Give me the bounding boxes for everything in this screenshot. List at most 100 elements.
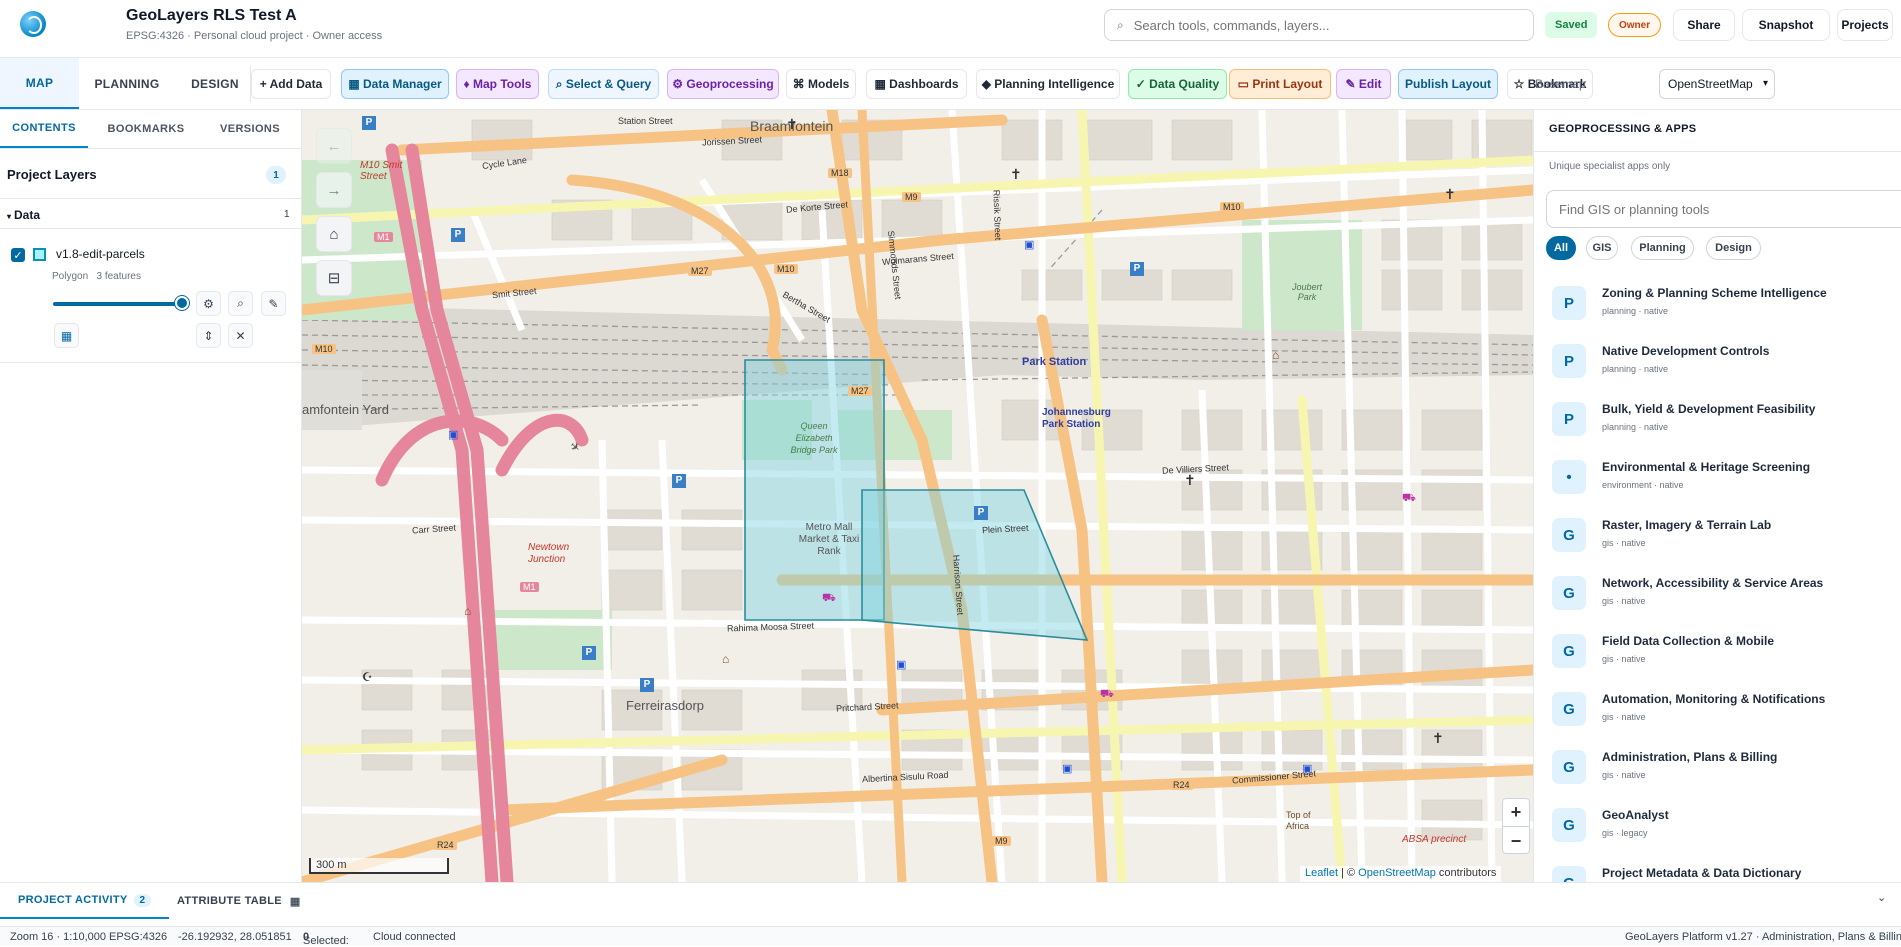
leaflet-link[interactable]: Leaflet bbox=[1305, 867, 1338, 879]
app-name: Raster, Imagery & Terrain Lab bbox=[1602, 518, 1772, 532]
bus-stop-icon: ▣ bbox=[448, 429, 459, 441]
forward-arrow-icon[interactable]: → bbox=[316, 172, 352, 208]
app-list-item[interactable]: G Field Data Collection & Mobile gis · nat… bbox=[1534, 632, 1901, 690]
parking-icon: P bbox=[451, 228, 465, 242]
toolbar-button-9[interactable]: ▭ Print Layout bbox=[1229, 69, 1331, 99]
app-category-badge: G bbox=[1552, 866, 1586, 882]
globe-logo-icon[interactable] bbox=[20, 11, 46, 37]
app-list-item[interactable]: G Project Metadata & Data Dictionary bbox=[1534, 864, 1901, 882]
chevron-down-icon: ▾ bbox=[1762, 78, 1768, 89]
layer-symbol-swatch[interactable] bbox=[33, 248, 46, 261]
tabs-divider bbox=[0, 148, 302, 149]
move-layer-arrows-icon[interactable]: ⇕ bbox=[196, 323, 221, 348]
tab-contents[interactable]: CONTENTS bbox=[0, 110, 88, 148]
projects-button[interactable]: Projects bbox=[1837, 9, 1893, 41]
layer-name[interactable]: v1.8-edit-parcels bbox=[56, 247, 145, 261]
opacity-slider-handle[interactable] bbox=[175, 296, 189, 310]
layer-feature-count: 3 features bbox=[96, 271, 141, 282]
layer-settings-gear-icon[interactable]: ⚙ bbox=[196, 291, 221, 316]
layer-group-data[interactable]: ▾ Data bbox=[7, 208, 40, 222]
app-list-item[interactable]: G Raster, Imagery & Terrain Lab gis · nati… bbox=[1534, 516, 1901, 574]
toolbar-button-8[interactable]: ✓ Data Quality bbox=[1128, 69, 1227, 99]
app-list-item[interactable]: G Network, Accessibility & Service Areas g… bbox=[1534, 574, 1901, 632]
toolbar-button-6[interactable]: ▦ Dashboards bbox=[866, 69, 967, 99]
tab-project-activity[interactable]: PROJECT ACTIVITY 2 bbox=[0, 883, 170, 919]
app-name: Bulk, Yield & Development Feasibility bbox=[1602, 402, 1816, 416]
app-name: Administration, Plans & Billing bbox=[1602, 750, 1778, 764]
app-list-item[interactable]: P Native Development Controls planning · n… bbox=[1534, 342, 1901, 400]
tab-map[interactable]: MAP bbox=[0, 58, 79, 109]
toolbar-button-3[interactable]: ⌕ Select & Query bbox=[548, 69, 659, 99]
app-list-item[interactable]: P Zoning & Planning Scheme Intelligence pl… bbox=[1534, 284, 1901, 342]
tool-search[interactable] bbox=[1546, 190, 1901, 228]
filter-planning-chip[interactable]: Planning bbox=[1631, 236, 1694, 260]
app-category: gis · native bbox=[1602, 596, 1646, 606]
project-layers-heading: Project Layers bbox=[7, 167, 97, 182]
snapshot-button[interactable]: Snapshot bbox=[1742, 9, 1830, 41]
attribute-table-icon[interactable]: ▦ bbox=[54, 323, 79, 348]
saved-status-badge: Saved bbox=[1545, 12, 1598, 38]
church-icon: ✝ bbox=[1432, 730, 1444, 746]
route-shield-r24-east: R24 bbox=[1170, 780, 1193, 790]
app-category: gis · native bbox=[1602, 770, 1646, 780]
filter-all-chip[interactable]: All bbox=[1546, 236, 1576, 260]
basemap-tiles bbox=[302, 110, 1533, 882]
filter-design-chip[interactable]: Design bbox=[1706, 236, 1761, 260]
toolbar-button-7[interactable]: ◆ Planning Intelligence bbox=[976, 69, 1120, 99]
zoom-to-layer-search-icon[interactable]: ⌕ bbox=[228, 291, 253, 316]
toolbar-button-11[interactable]: Publish Layout bbox=[1398, 69, 1498, 99]
layer-meta: Polygon 3 features bbox=[52, 271, 141, 282]
app-category: planning · native bbox=[1602, 306, 1669, 316]
tool-search-input[interactable] bbox=[1559, 201, 1879, 217]
panel-title: GEOPROCESSING & APPS bbox=[1549, 123, 1697, 135]
app-list-item[interactable]: G Automation, Monitoring & Notifications g… bbox=[1534, 690, 1901, 748]
app-category: planning · native bbox=[1602, 364, 1669, 374]
home-extent-icon[interactable]: ⌂ bbox=[316, 216, 352, 252]
toolbar-button-4[interactable]: ⚙ Geoprocessing bbox=[667, 69, 779, 99]
tab-label: ATTRIBUTE TABLE bbox=[177, 895, 282, 907]
global-search-input[interactable] bbox=[1133, 17, 1494, 33]
divider bbox=[0, 362, 302, 363]
toolbar-button-0[interactable]: + Add Data bbox=[251, 69, 331, 99]
edit-layer-pencil-icon[interactable]: ✎ bbox=[261, 291, 286, 316]
zoom-out-button[interactable]: − bbox=[1503, 827, 1529, 855]
tab-design[interactable]: DESIGN bbox=[175, 58, 255, 109]
app-category-badge: P bbox=[1552, 286, 1586, 320]
tab-versions[interactable]: VERSIONS bbox=[204, 110, 296, 148]
tab-bookmarks[interactable]: BOOKMARKS bbox=[98, 110, 194, 148]
share-button[interactable]: Share bbox=[1673, 9, 1735, 41]
app-list-item[interactable]: G Administration, Plans & Billing gis · na… bbox=[1534, 748, 1901, 806]
global-search[interactable]: ⌕ bbox=[1104, 9, 1534, 41]
collapse-chevron-icon[interactable]: ⌄ bbox=[1877, 891, 1886, 904]
filter-gis-chip[interactable]: GIS bbox=[1586, 236, 1618, 260]
map-canvas[interactable]: Braamfontein Park Station Johannesburg P… bbox=[302, 110, 1533, 882]
back-arrow-icon[interactable]: ← bbox=[316, 128, 352, 164]
contents-panel: CONTENTS BOOKMARKS VERSIONS Project Laye… bbox=[0, 110, 302, 882]
status-cloud: Cloud connected bbox=[373, 931, 456, 943]
bus-stop-icon: ▣ bbox=[1062, 763, 1073, 775]
app-list-item[interactable]: P Bulk, Yield & Development Feasibility pl… bbox=[1534, 400, 1901, 458]
zoom-in-button[interactable]: + bbox=[1503, 799, 1529, 827]
zoom-control: + − bbox=[1502, 798, 1530, 854]
layer-visibility-checkbox[interactable]: ✓ bbox=[11, 248, 25, 262]
app-name: Automation, Monitoring & Notifications bbox=[1602, 692, 1826, 706]
map-label-top-of-africa: Top of Africa bbox=[1286, 810, 1311, 831]
basemap-select[interactable]: OpenStreetMap ▾ bbox=[1659, 69, 1775, 99]
app-category: environment · native bbox=[1602, 480, 1684, 490]
toolbar-button-10[interactable]: ✎ Edit bbox=[1336, 69, 1391, 99]
shop-icon: ⛟ bbox=[1100, 688, 1114, 700]
map-label-queen-elizabeth: Queen Elizabeth Bridge Park bbox=[790, 421, 838, 455]
panel-toggle-icon[interactable]: ⊟ bbox=[316, 260, 352, 296]
map-label-yard: amfontein Yard bbox=[302, 402, 389, 417]
app-list-item[interactable]: G GeoAnalyst gis · legacy bbox=[1534, 806, 1901, 864]
toolbar-button-1[interactable]: ▦ Data Manager bbox=[341, 69, 449, 99]
opacity-slider-track[interactable] bbox=[53, 302, 183, 306]
toolbar-button-5[interactable]: ⌘ Models bbox=[786, 69, 856, 99]
activity-count-badge: 2 bbox=[133, 893, 152, 907]
tab-attribute-table[interactable]: ATTRIBUTE TABLE ▦ bbox=[177, 883, 301, 919]
app-list-item[interactable]: • Environmental & Heritage Screening envir… bbox=[1534, 458, 1901, 516]
toolbar-button-2[interactable]: ♦ Map Tools bbox=[456, 69, 539, 99]
remove-layer-close-icon[interactable]: ✕ bbox=[228, 323, 253, 348]
osm-link[interactable]: OpenStreetMap bbox=[1358, 867, 1436, 879]
tab-planning[interactable]: PLANNING bbox=[79, 58, 175, 109]
